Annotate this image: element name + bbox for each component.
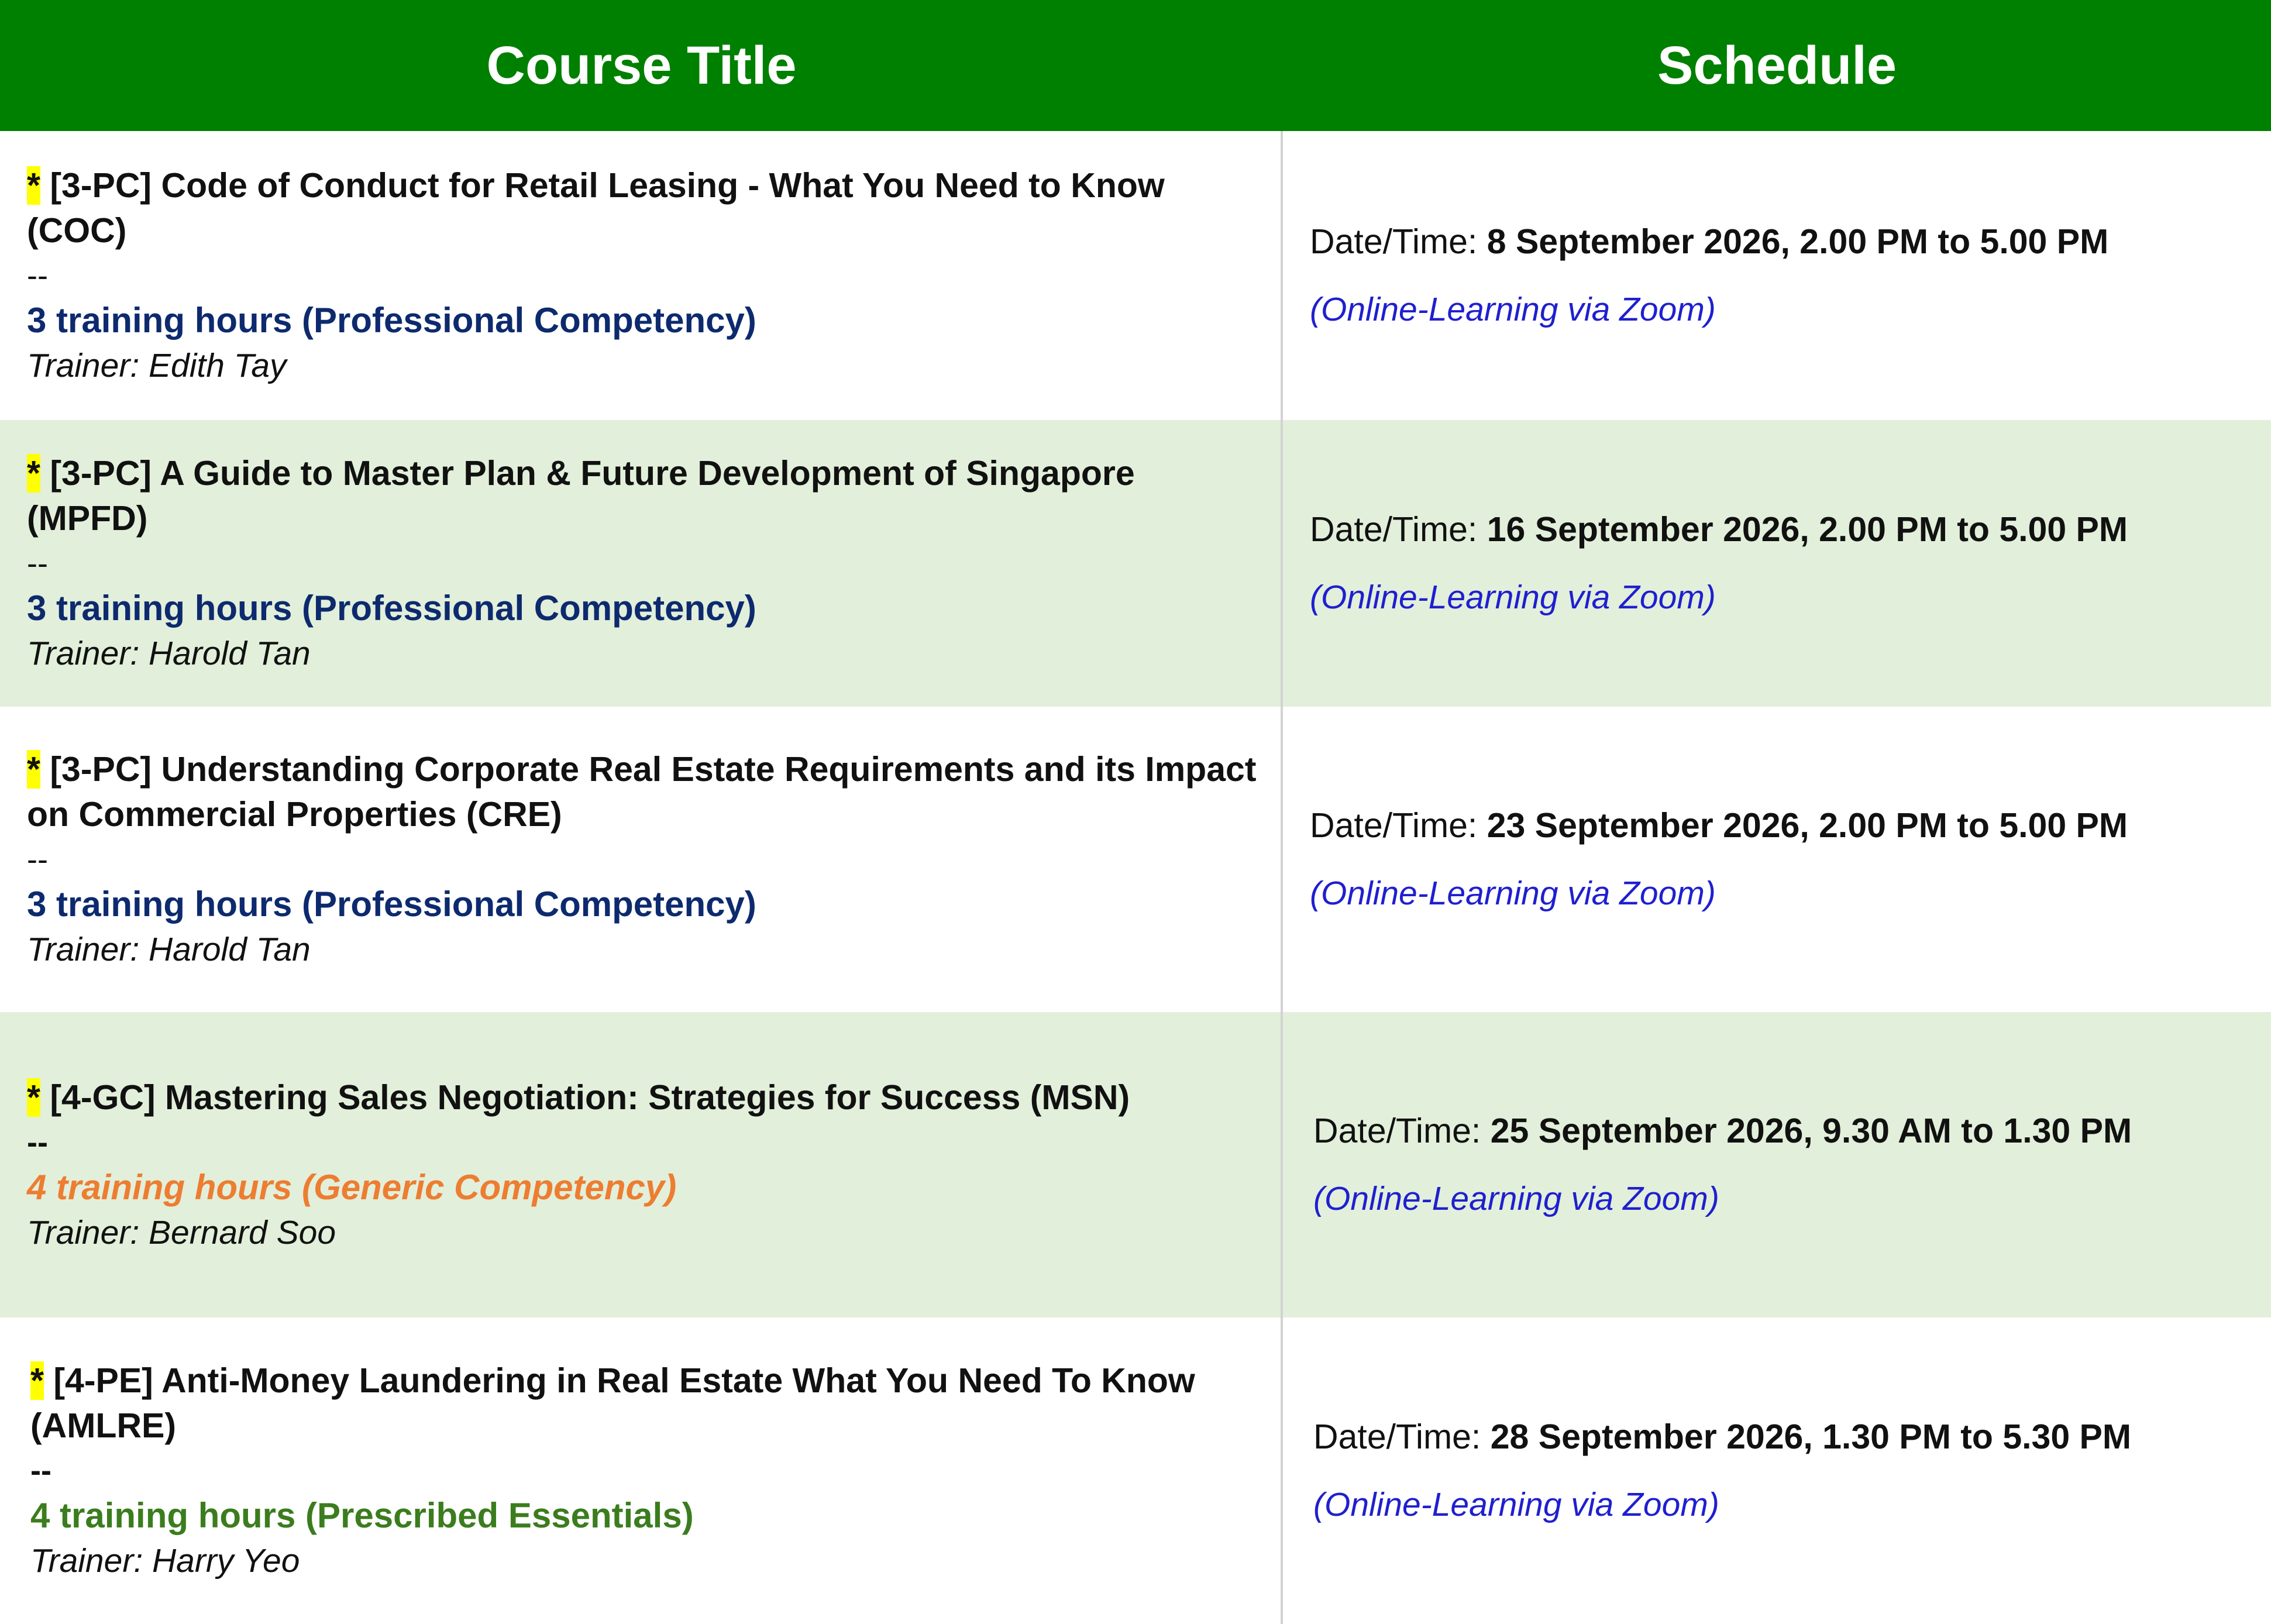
separator: -- <box>30 1453 51 1488</box>
date-time-value: 16 September 2026, 2.00 PM to 5.00 PM <box>1487 510 2128 549</box>
table-row: * [3-PC] A Guide to Master Plan & Future… <box>0 420 2271 707</box>
delivery-mode: (Online-Learning via Zoom) <box>1310 875 1716 912</box>
trainer: Trainer: Edith Tay <box>27 347 287 384</box>
date-time-value: 8 September 2026, 2.00 PM to 5.00 PM <box>1487 222 2109 261</box>
separator: -- <box>27 546 48 581</box>
table-row: * [4-PE] Anti-Money Laundering in Real E… <box>0 1317 2271 1624</box>
course-cell: * [3-PC] Code of Conduct for Retail Leas… <box>0 131 1283 420</box>
course-title: * [3-PC] Code of Conduct for Retail Leas… <box>27 163 1263 253</box>
course-title-text: [3-PC] Code of Conduct for Retail Leasin… <box>27 166 1165 250</box>
training-hours: 3 training hours (Professional Competenc… <box>27 885 756 924</box>
date-time-value: 23 September 2026, 2.00 PM to 5.00 PM <box>1487 806 2128 845</box>
course-title: * [4-GC] Mastering Sales Negotiation: St… <box>27 1075 1263 1120</box>
delivery-mode: (Online-Learning via Zoom) <box>1310 291 1716 328</box>
date-time-label: Date/Time: <box>1313 1112 1491 1150</box>
course-title-text: [4-PE] Anti-Money Laundering in Real Est… <box>30 1361 1195 1445</box>
table-row: * [4-GC] Mastering Sales Negotiation: St… <box>0 1012 2271 1317</box>
date-time-label: Date/Time: <box>1310 510 1487 549</box>
delivery-mode: (Online-Learning via Zoom) <box>1310 579 1716 616</box>
date-time-value: 28 September 2026, 1.30 PM to 5.30 PM <box>1490 1417 2132 1456</box>
course-cell: * [4-GC] Mastering Sales Negotiation: St… <box>0 1012 1283 1317</box>
table-row: * [3-PC] Understanding Corporate Real Es… <box>0 707 2271 1012</box>
header-schedule: Schedule <box>1657 35 1897 95</box>
date-time-value: 25 September 2026, 9.30 AM to 1.30 PM <box>1490 1112 2132 1150</box>
trainer: Trainer: Harold Tan <box>27 635 311 672</box>
date-time-label: Date/Time: <box>1310 222 1487 261</box>
separator: -- <box>27 842 48 877</box>
trainer: Trainer: Bernard Soo <box>27 1213 336 1251</box>
date-time: Date/Time: 23 September 2026, 2.00 PM to… <box>1310 802 2271 849</box>
star-marker: * <box>27 166 40 205</box>
delivery-mode: (Online-Learning via Zoom) <box>1313 1486 1719 1523</box>
table-row: * [3-PC] Code of Conduct for Retail Leas… <box>0 131 2271 420</box>
course-cell: * [3-PC] Understanding Corporate Real Es… <box>0 707 1283 1012</box>
star-marker: * <box>27 454 40 493</box>
schedule-cell: Date/Time: 8 September 2026, 2.00 PM to … <box>1283 131 2271 420</box>
table-header: Course Title Schedule <box>0 0 2271 131</box>
training-hours: 4 training hours (Generic Competency) <box>27 1167 677 1207</box>
course-title-text: [3-PC] Understanding Corporate Real Esta… <box>27 750 1257 834</box>
schedule-cell: Date/Time: 23 September 2026, 2.00 PM to… <box>1283 707 2271 1012</box>
date-time: Date/Time: 28 September 2026, 1.30 PM to… <box>1313 1413 2271 1460</box>
header-course-title: Course Title <box>486 35 797 95</box>
schedule-cell: Date/Time: 16 September 2026, 2.00 PM to… <box>1283 420 2271 707</box>
star-marker: * <box>30 1361 44 1400</box>
date-time-label: Date/Time: <box>1313 1417 1491 1456</box>
star-marker: * <box>27 750 40 789</box>
trainer: Trainer: Harry Yeo <box>30 1542 300 1580</box>
training-hours: 3 training hours (Professional Competenc… <box>27 589 756 628</box>
course-schedule-table: Course Title Schedule * [3-PC] Code of C… <box>0 0 2271 1624</box>
training-hours: 4 training hours (Prescribed Essentials) <box>30 1496 694 1535</box>
course-title: * [3-PC] A Guide to Master Plan & Future… <box>27 451 1263 541</box>
course-title-text: [4-GC] Mastering Sales Negotiation: Stra… <box>40 1078 1130 1117</box>
schedule-cell: Date/Time: 25 September 2026, 9.30 AM to… <box>1283 1012 2271 1317</box>
training-hours: 3 training hours (Professional Competenc… <box>27 301 756 340</box>
schedule-cell: Date/Time: 28 September 2026, 1.30 PM to… <box>1283 1317 2271 1624</box>
date-time: Date/Time: 8 September 2026, 2.00 PM to … <box>1310 218 2271 265</box>
date-time: Date/Time: 25 September 2026, 9.30 AM to… <box>1313 1107 2271 1154</box>
star-marker: * <box>27 1078 40 1117</box>
course-title-text: [3-PC] A Guide to Master Plan & Future D… <box>27 454 1135 538</box>
date-time: Date/Time: 16 September 2026, 2.00 PM to… <box>1310 506 2271 553</box>
course-title: * [3-PC] Understanding Corporate Real Es… <box>27 747 1263 837</box>
separator: -- <box>27 1124 48 1160</box>
separator: -- <box>27 258 48 293</box>
course-cell: * [4-PE] Anti-Money Laundering in Real E… <box>0 1317 1283 1624</box>
delivery-mode: (Online-Learning via Zoom) <box>1313 1180 1719 1217</box>
trainer: Trainer: Harold Tan <box>27 931 311 968</box>
date-time-label: Date/Time: <box>1310 806 1487 845</box>
course-title: * [4-PE] Anti-Money Laundering in Real E… <box>30 1358 1263 1448</box>
course-cell: * [3-PC] A Guide to Master Plan & Future… <box>0 420 1283 707</box>
